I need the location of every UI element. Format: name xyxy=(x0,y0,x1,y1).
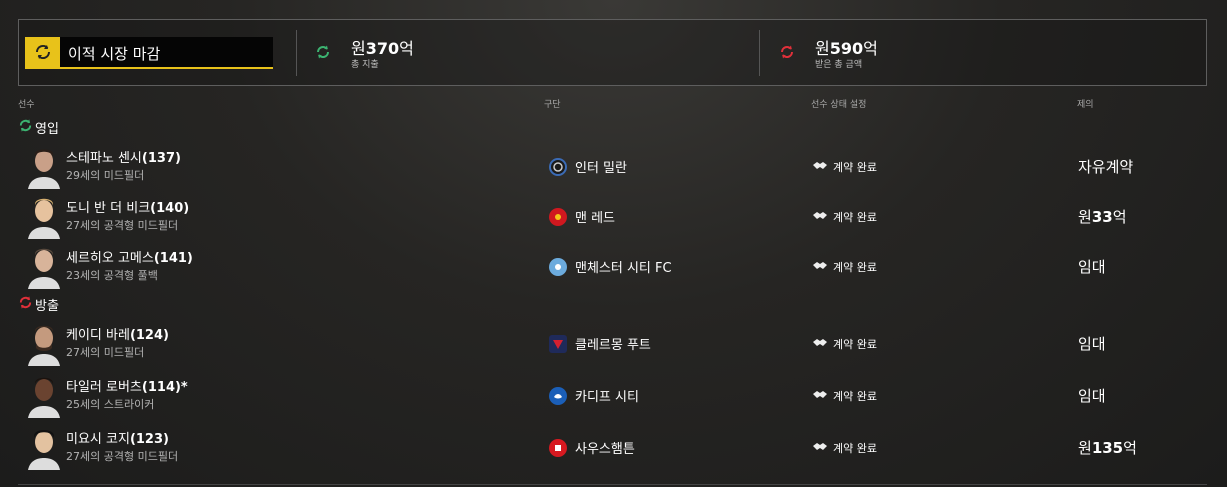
handshake-icon xyxy=(812,161,828,174)
club-cell: 사우스햄튼 xyxy=(549,438,635,457)
player-description: 29세의 미드필더 xyxy=(66,169,145,182)
club-name: 인터 밀란 xyxy=(575,161,627,176)
divider xyxy=(296,30,297,76)
section-outgoing-label: 방출 xyxy=(35,299,59,314)
player-name[interactable]: 케이디 바레(124) xyxy=(66,324,169,343)
transfer-row[interactable]: 스테파노 센시(137) 29세의 미드필더 인터 밀란 계약 완료 자유계약 xyxy=(0,143,1227,193)
outgoing-transfer-icon xyxy=(18,295,33,314)
column-header-status: 선수 상태 설정 xyxy=(811,100,867,110)
total-received-value: 원590억 xyxy=(815,39,878,58)
man-red-crest-icon xyxy=(549,207,567,226)
divider xyxy=(759,30,760,76)
player-avatar xyxy=(26,374,62,418)
player-status[interactable]: 계약 완료 xyxy=(812,259,877,275)
club-name: 카디프 시티 xyxy=(575,390,639,405)
section-incoming: 영입 xyxy=(18,118,59,137)
southampton-crest-icon xyxy=(549,438,567,457)
player-avatar xyxy=(26,195,62,239)
player-status[interactable]: 계약 완료 xyxy=(812,440,877,456)
player-name[interactable]: 도니 반 더 비크(140) xyxy=(66,197,189,216)
inter-milan-crest-icon xyxy=(549,157,567,176)
player-name[interactable]: 스테파노 센시(137) xyxy=(66,147,181,166)
incoming-transfer-icon xyxy=(315,44,333,62)
section-outgoing: 방출 xyxy=(18,295,59,314)
offer-value: 임대 xyxy=(1078,387,1106,405)
handshake-icon xyxy=(812,338,828,351)
bottom-divider xyxy=(18,484,1207,485)
club-name: 사우스햄튼 xyxy=(575,442,635,457)
player-name[interactable]: 타일러 로버츠(114)* xyxy=(66,376,188,395)
player-description: 23세의 공격형 풀백 xyxy=(66,269,158,282)
club-name: 맨 레드 xyxy=(575,211,616,226)
player-description: 27세의 공격형 미드필더 xyxy=(66,219,179,232)
man-city-crest-icon xyxy=(549,257,567,276)
player-name[interactable]: 세르히오 고메스(141) xyxy=(66,247,193,266)
total-spent-value: 원370억 xyxy=(351,39,414,58)
column-header-club: 구단 xyxy=(544,100,561,110)
offer-value: 자유계약 xyxy=(1078,158,1134,176)
status-label: 계약 완료 xyxy=(833,338,877,351)
player-avatar xyxy=(26,322,62,366)
club-cell: 맨체스터 시티 FC xyxy=(549,257,672,276)
transfer-row[interactable]: 도니 반 더 비크(140) 27세의 공격형 미드필더 맨 레드 계약 완료 … xyxy=(0,193,1227,243)
transfer-deadline-bar[interactable]: 이적 시장 마감 xyxy=(25,37,273,69)
total-received-label: 받은 총 금액 xyxy=(815,60,863,70)
club-cell: 맨 레드 xyxy=(549,207,615,226)
player-status[interactable]: 계약 완료 xyxy=(812,388,877,404)
outgoing-transfer-icon xyxy=(779,44,797,62)
status-label: 계약 완료 xyxy=(833,442,877,455)
player-description: 27세의 공격형 미드필더 xyxy=(66,450,179,463)
status-label: 계약 완료 xyxy=(833,161,877,174)
total-spent-label: 총 지출 xyxy=(351,60,379,70)
column-header-player: 선수 xyxy=(18,100,35,110)
transfer-row[interactable]: 케이디 바레(124) 27세의 미드필더 클레르몽 푸트 계약 완료 임대 xyxy=(0,320,1227,370)
player-description: 27세의 미드필더 xyxy=(66,346,145,359)
cardiff-crest-icon xyxy=(549,386,567,405)
handshake-icon xyxy=(812,390,828,403)
player-avatar xyxy=(26,145,62,189)
transfer-row[interactable]: 미요시 코지(123) 27세의 공격형 미드필더 사우스햄튼 계약 완료 원1… xyxy=(0,424,1227,474)
club-cell: 카디프 시티 xyxy=(549,386,639,405)
handshake-icon xyxy=(812,442,828,455)
handshake-icon xyxy=(812,261,828,274)
player-status[interactable]: 계약 완료 xyxy=(812,159,877,175)
club-cell: 클레르몽 푸트 xyxy=(549,334,651,353)
offer-value: 임대 xyxy=(1078,258,1106,276)
player-name[interactable]: 미요시 코지(123) xyxy=(66,428,169,447)
column-header-offer: 제의 xyxy=(1077,100,1094,110)
status-label: 계약 완료 xyxy=(833,261,877,274)
section-incoming-label: 영입 xyxy=(35,122,59,137)
transfer-row[interactable]: 타일러 로버츠(114)* 25세의 스트라이커 카디프 시티 계약 완료 임대 xyxy=(0,372,1227,422)
offer-value: 원33억 xyxy=(1078,208,1127,226)
player-avatar xyxy=(26,426,62,470)
status-label: 계약 완료 xyxy=(833,211,877,224)
player-avatar xyxy=(26,245,62,289)
transfer-deadline-label: 이적 시장 마감 xyxy=(68,45,161,63)
refresh-icon xyxy=(25,37,60,67)
clermont-crest-icon xyxy=(549,334,567,353)
handshake-icon xyxy=(812,211,828,224)
status-label: 계약 완료 xyxy=(833,390,877,403)
transfer-summary-panel: 이적 시장 마감 원370억 총 지출 원590억 받은 총 금액 xyxy=(18,19,1207,86)
offer-value: 원135억 xyxy=(1078,439,1137,457)
incoming-transfer-icon xyxy=(18,118,33,137)
club-cell: 인터 밀란 xyxy=(549,157,627,176)
transfer-row[interactable]: 세르히오 고메스(141) 23세의 공격형 풀백 맨체스터 시티 FC 계약 … xyxy=(0,243,1227,293)
offer-value: 임대 xyxy=(1078,335,1106,353)
player-description: 25세의 스트라이커 xyxy=(66,398,155,411)
club-name: 맨체스터 시티 FC xyxy=(575,261,672,276)
club-name: 클레르몽 푸트 xyxy=(575,338,651,353)
player-status[interactable]: 계약 완료 xyxy=(812,336,877,352)
player-status[interactable]: 계약 완료 xyxy=(812,209,877,225)
